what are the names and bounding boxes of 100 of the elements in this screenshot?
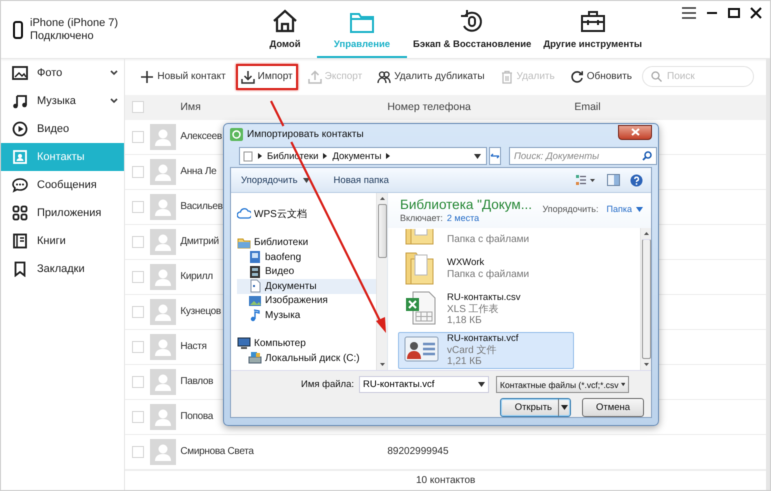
scroll-thumb[interactable] <box>378 204 386 258</box>
scrollbar[interactable] <box>376 193 387 370</box>
contact-name: Васильев <box>180 201 223 212</box>
nav-tab[interactable]: Бэкап & Восстановление <box>407 1 538 58</box>
file-item[interactable]: Папка с файлами <box>398 228 574 246</box>
computer-icon <box>237 336 251 351</box>
checkbox[interactable] <box>132 410 144 423</box>
sidebar-item[interactable]: Приложения <box>1 199 124 227</box>
people-icon <box>377 70 392 84</box>
nav-tab[interactable]: Домой <box>253 1 317 58</box>
file-size: 1,21 КБ <box>447 356 483 368</box>
folder-tree-item[interactable]: baofeng <box>237 250 376 264</box>
contact-name: Павлов <box>180 376 214 388</box>
filename-field[interactable]: RU-контакты.vcf <box>359 376 490 393</box>
contact-name: Кирилл <box>180 271 213 282</box>
file-item[interactable]: WXWork Папка с файлами <box>398 250 574 287</box>
download-icon <box>240 70 255 84</box>
avatar-icon <box>150 334 176 360</box>
sidebar-item[interactable]: Книги <box>1 227 124 255</box>
search-icon <box>642 151 652 161</box>
checkbox[interactable] <box>132 340 144 353</box>
cloud-icon <box>237 207 251 222</box>
folder-tree-item[interactable]: Локальный диск (C:) <box>237 351 376 366</box>
file-type: vCard 文件 <box>447 344 498 356</box>
checkbox[interactable] <box>132 376 144 388</box>
picture-icon <box>248 294 262 308</box>
folder-tree-item[interactable]: Библиотеки <box>237 236 376 250</box>
checkbox[interactable] <box>132 166 144 178</box>
column-header: Email <box>574 101 601 114</box>
file-type: Папка с файлами <box>447 234 530 245</box>
contact-count: 10 контактов <box>125 470 766 490</box>
refresh-icon <box>490 152 500 160</box>
locations-link[interactable]: 2 места <box>446 213 480 223</box>
caret-icon <box>636 206 643 212</box>
checkbox[interactable] <box>132 446 144 458</box>
device-status: Подключено <box>30 30 94 42</box>
dialog-title: Импортировать контакты <box>247 129 364 140</box>
checkbox[interactable] <box>132 101 144 114</box>
avatar-icon <box>150 298 176 325</box>
sidebar-item[interactable]: Видео <box>1 115 124 143</box>
maximize-icon[interactable] <box>728 7 740 19</box>
photo-icon <box>12 65 28 81</box>
file-item[interactable]: RU-контакты.csv XLS 工作表 1,18 КБ <box>398 291 574 328</box>
toolbar-button[interactable]: Новый контакт <box>135 64 231 90</box>
contact-name: Анна Ле <box>180 166 216 178</box>
command-button[interactable]: Новая папка <box>334 174 389 186</box>
file-size: 1,18 КБ <box>447 315 483 327</box>
folder-tree-item[interactable]: Видео <box>237 264 376 279</box>
avatar-icon <box>150 158 176 185</box>
refresh-button[interactable] <box>489 147 501 165</box>
dialog-button[interactable]: Отмена <box>582 398 644 417</box>
dialog-button[interactable]: Открыть <box>500 398 571 417</box>
file-type-dropdown[interactable]: Контактные файлы (*.vcf;*.csv <box>496 376 630 393</box>
command-button[interactable]: Упорядочить <box>241 174 310 186</box>
close-icon[interactable] <box>750 7 762 19</box>
folder-tree-item[interactable]: Изображения <box>237 294 376 308</box>
folder-tree-item[interactable]: Документы <box>237 279 376 294</box>
toolbar-button[interactable]: Удалить дубликаты <box>372 64 490 90</box>
sidebar-item[interactable]: Фото <box>1 59 124 87</box>
sidebar-item[interactable]: Сообщения <box>1 171 124 199</box>
sidebar-item[interactable]: Закладки <box>1 255 124 283</box>
phone-number: 89202999945 <box>387 446 449 458</box>
folder-tree-item[interactable]: Музыка <box>237 308 376 322</box>
view-options-icon[interactable] <box>575 174 597 186</box>
search-field[interactable]: Поиск: Документы <box>509 147 657 165</box>
contact-name: Настя <box>180 341 207 352</box>
scroll-down-icon <box>644 363 648 366</box>
toolbar-button[interactable]: Обновить <box>564 64 637 90</box>
checkbox[interactable] <box>132 236 144 248</box>
checkbox[interactable] <box>132 130 144 143</box>
close-button[interactable] <box>618 124 652 140</box>
scrollbar[interactable] <box>640 228 651 370</box>
toolbar-button[interactable]: Импорт <box>236 64 298 90</box>
folder-tree-item[interactable]: Компьютер <box>237 336 376 351</box>
film-icon <box>248 264 262 279</box>
chat-bubble-icon <box>12 177 28 193</box>
upload-icon <box>308 70 322 84</box>
device-name: iPhone (iPhone 7) <box>30 16 118 30</box>
checkbox[interactable] <box>132 306 144 318</box>
home-icon <box>271 8 299 34</box>
nav-tab[interactable]: Другие инструменты <box>537 1 648 58</box>
checkbox[interactable] <box>132 270 144 283</box>
includes-label: Включает: <box>400 213 443 223</box>
checkbox[interactable] <box>132 200 144 213</box>
file-item[interactable]: RU-контакты.vcf vCard 文件 1,21 КБ <box>398 332 574 369</box>
music-note-icon <box>12 93 28 109</box>
help-icon[interactable] <box>630 174 643 186</box>
sidebar-item[interactable]: Музыка <box>1 87 124 115</box>
breadcrumb[interactable]: Документы <box>332 150 382 162</box>
avatar-icon <box>150 194 176 220</box>
avatar-icon <box>150 438 176 465</box>
preview-pane-icon[interactable] <box>607 174 620 186</box>
menu-icon[interactable] <box>682 7 696 19</box>
arrange-label: Упорядочить: <box>542 204 598 214</box>
avatar-icon <box>150 368 176 395</box>
refresh-icon <box>570 70 584 84</box>
contact-name: Алексеев <box>180 131 222 142</box>
app-icon <box>230 128 243 141</box>
folder-tree-item[interactable]: WPS云文档 <box>237 207 376 222</box>
arrange-dropdown[interactable]: Папка <box>606 204 643 214</box>
